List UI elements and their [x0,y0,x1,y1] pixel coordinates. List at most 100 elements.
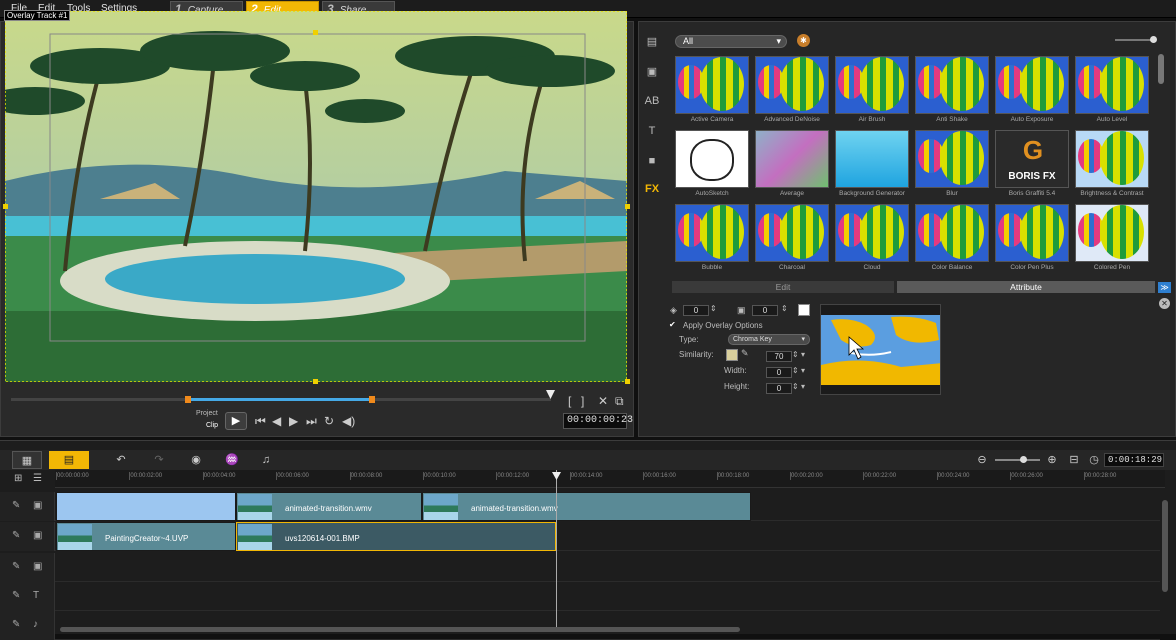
effect-thumbnail[interactable]: Average [755,130,829,202]
track-lock-icon[interactable]: ✎ [12,500,20,511]
width-stepper[interactable]: ⇕ [792,366,799,375]
repeat-icon[interactable]: ↻ [324,414,334,428]
resize-handle-corner[interactable] [625,379,630,384]
gallery-scrollbar[interactable] [1158,54,1164,84]
zoom-slider[interactable] [995,459,1040,461]
effect-thumbnail[interactable]: Advanced DeNoise [755,56,829,128]
track-header[interactable]: ▣ ✎ [0,522,55,551]
zoom-in-icon[interactable]: ⊕ [1044,451,1060,469]
track-header[interactable]: ♪ ✎ [0,611,55,640]
tab-edit[interactable]: Edit [672,281,894,293]
zoom-out-icon[interactable]: ⊖ [974,451,990,469]
track-lock-icon[interactable]: ✎ [12,530,20,541]
undo-icon[interactable]: ↶ [112,451,130,469]
effect-thumbnail[interactable]: Color Pen Plus [995,204,1069,276]
effect-thumbnail[interactable]: Brightness & Contrast [1075,130,1149,202]
previous-frame-icon[interactable]: ◀ [272,414,281,428]
track-lock-icon[interactable]: ✎ [12,561,20,572]
collapse-icon[interactable]: ≫ [1158,282,1171,293]
sound-mixer-icon[interactable]: ♒ [222,451,242,469]
tab-attribute[interactable]: Attribute [897,281,1155,293]
close-icon[interactable]: ✕ [1159,298,1170,309]
effect-thumbnail[interactable]: Auto Exposure [995,56,1069,128]
similarity-stepper[interactable]: ⇕ [792,350,799,359]
storyboard-view-button[interactable]: ▦ [12,451,42,469]
timeline-clip[interactable]: animated-transition.wmv [422,492,751,521]
timeline-view-button[interactable]: ▤ [49,451,89,469]
effect-thumbnail[interactable]: Active Camera [675,56,749,128]
resize-handle-left[interactable] [3,204,8,209]
timeline-clip[interactable] [56,492,236,521]
transition-icon[interactable]: AB [644,95,660,109]
effect-thumbnail[interactable]: Cloud [835,204,909,276]
graphic-icon[interactable]: ■ [644,155,660,169]
width-input[interactable]: 0 [766,367,792,378]
effect-thumbnail[interactable]: Charcoal [755,204,829,276]
height-stepper[interactable]: ⇕ [792,382,799,391]
thumbnail-size-slider[interactable] [1115,39,1155,41]
resize-handle-top[interactable] [313,30,318,35]
track-manager-icon[interactable]: ⊞ [14,473,22,484]
trim-out-marker[interactable] [369,396,375,403]
timeline-clip[interactable]: uvs120614-001.BMP [236,522,556,551]
timeline-horizontal-scrollbar[interactable] [60,627,740,632]
media-icon[interactable]: ▤ [644,35,660,49]
track-header[interactable]: ▣ ✎ [0,553,55,582]
mode-clip[interactable]: Clip [206,422,218,429]
mode-project[interactable]: Project [196,410,218,417]
offset-input[interactable]: 0 [683,305,709,316]
track-header[interactable]: T ✎ [0,582,55,611]
effect-thumbnail[interactable]: AutoSketch [675,130,749,202]
enlarge-icon[interactable]: ⧉ [615,394,624,409]
resize-handle-bottom[interactable] [313,379,318,384]
eyedropper-icon[interactable]: ✎ [741,348,749,359]
auto-music-icon[interactable]: ♫ [256,451,276,469]
apply-overlay-checkbox[interactable]: ✔ [669,320,676,329]
width-arrow[interactable]: ▾ [801,366,805,375]
effect-thumbnail[interactable]: BORIS FX G Boris Graffiti 5.4 [995,130,1069,202]
fx-icon[interactable]: FX [644,183,660,197]
chapter-icon[interactable]: ☰ [33,473,42,484]
preview-video-frame[interactable] [5,11,627,382]
fit-project-icon[interactable]: ⊟ [1066,451,1082,469]
similarity-input[interactable]: 70 [766,351,792,362]
home-icon[interactable]: ⏮ [255,414,266,429]
end-icon[interactable]: ⏭ [306,414,317,429]
volume-icon[interactable]: ◀) [342,414,355,428]
browse-icon[interactable]: ✱ [797,34,810,47]
effect-thumbnail[interactable]: Anti Shake [915,56,989,128]
effect-thumbnail[interactable]: Colored Pen [1075,204,1149,276]
size-stepper[interactable]: ⇕ [781,304,788,313]
mark-in-icon[interactable]: [ [568,394,571,408]
effect-thumbnail[interactable]: Air Brush [835,56,909,128]
resize-handle-right[interactable] [625,204,630,209]
offset-stepper[interactable]: ⇕ [710,304,717,313]
key-color-swatch[interactable] [726,349,738,361]
timeline-clip[interactable]: animated-transition.wmv [236,492,422,521]
height-arrow[interactable]: ▾ [801,382,805,391]
type-dropdown[interactable]: Chroma Key ▾ [728,334,810,345]
title-icon[interactable]: T [644,125,660,139]
gallery-filter-dropdown[interactable]: All ▾ [675,35,787,48]
effect-thumbnail[interactable]: Blur [915,130,989,202]
redo-icon[interactable]: ↷ [150,451,168,469]
height-input[interactable]: 0 [766,383,792,394]
next-frame-icon[interactable]: ▶ [289,414,298,428]
play-button[interactable]: ▶ [225,412,247,430]
instant-project-icon[interactable]: ▣ [644,65,660,79]
timeline-vertical-scrollbar[interactable] [1162,500,1168,592]
border-color-swatch[interactable] [798,304,810,316]
timeline-clip[interactable]: PaintingCreator~4.UVP [56,522,236,551]
track-lock-icon[interactable]: ✎ [12,619,20,630]
effect-thumbnail[interactable]: Bubble [675,204,749,276]
size-input[interactable]: 0 [752,305,778,316]
effect-thumbnail[interactable]: Background Generator [835,130,909,202]
mark-out-icon[interactable]: ] [581,394,584,408]
track-header[interactable]: ▣ ✎ [0,492,55,521]
similarity-arrow[interactable]: ▾ [801,350,805,359]
trim-in-marker[interactable] [185,396,191,403]
preview-timecode[interactable]: 00:00:00:23 [563,413,633,429]
record-capture-icon[interactable]: ◉ [186,451,206,469]
thumbnail-size-knob[interactable] [1150,36,1157,43]
split-clip-icon[interactable]: ✕ [598,394,608,408]
